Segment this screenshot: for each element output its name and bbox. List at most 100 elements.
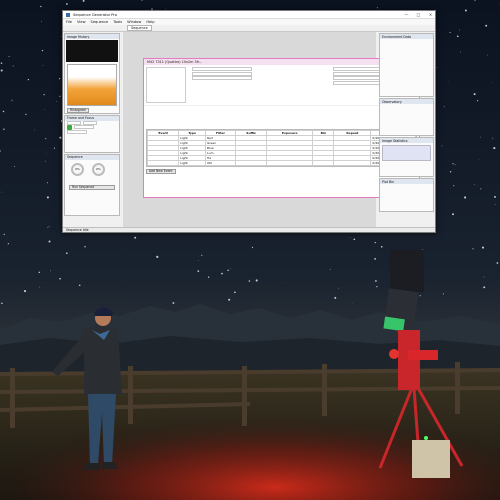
- star: [255, 279, 258, 282]
- star: [134, 236, 137, 239]
- star: [45, 138, 47, 140]
- star: [66, 3, 68, 5]
- filter-field[interactable]: [74, 125, 94, 130]
- target-file-field[interactable]: [192, 76, 252, 81]
- star: [452, 163, 454, 165]
- app-logo-icon: [66, 12, 70, 17]
- star: [493, 147, 496, 150]
- menu-sequence[interactable]: Sequence: [91, 20, 109, 24]
- star: [59, 95, 61, 97]
- star: [41, 49, 44, 52]
- star: [53, 147, 56, 149]
- star: [0, 62, 3, 64]
- plot-bin-title: Plot Bin: [380, 179, 433, 184]
- menu-help[interactable]: Help: [146, 20, 154, 24]
- star: [1, 302, 3, 305]
- star: [82, 0, 85, 2]
- star: [44, 109, 45, 110]
- star: [477, 100, 479, 102]
- star: [34, 129, 35, 131]
- event-type: Light: [178, 160, 207, 166]
- target-progress-ring: 0%: [92, 162, 105, 176]
- star: [43, 94, 45, 96]
- star: [11, 99, 13, 101]
- star: [449, 31, 451, 34]
- document-tabs: Sequence: [63, 25, 435, 32]
- tab-sequence[interactable]: Sequence: [127, 25, 152, 31]
- target-name-field[interactable]: [192, 67, 252, 72]
- star: [38, 271, 41, 274]
- star: [376, 7, 378, 9]
- left-dock: Image History Histogram Frame and Focus …: [63, 32, 121, 227]
- star: [7, 243, 9, 245]
- star: [251, 246, 254, 249]
- star: [44, 160, 46, 162]
- menu-window[interactable]: Window: [127, 20, 141, 24]
- add-event-button[interactable]: Add New Event: [146, 168, 176, 174]
- observatory-panel: Observatory: [379, 98, 434, 136]
- target-list[interactable]: [146, 67, 186, 103]
- star: [496, 262, 499, 264]
- star: [338, 287, 339, 289]
- star: [40, 5, 42, 8]
- focus-panel: Frame and Focus: [64, 114, 120, 153]
- star: [23, 290, 27, 293]
- star: [374, 241, 376, 244]
- menu-file[interactable]: File: [66, 20, 72, 24]
- target-dir-field[interactable]: [192, 71, 252, 76]
- menu-view[interactable]: View: [77, 20, 86, 24]
- star: [494, 203, 496, 205]
- maximize-button[interactable]: □: [414, 12, 423, 18]
- histogram-chart: [67, 64, 117, 106]
- star: [41, 20, 42, 22]
- histogram-tabs: Histogram: [65, 107, 119, 113]
- night-scene-photo: Sequence Generator Pro — □ × File View S…: [0, 0, 500, 500]
- star: [452, 213, 454, 216]
- star: [47, 226, 49, 228]
- star: [3, 128, 5, 130]
- star: [481, 246, 485, 249]
- histogram-tab[interactable]: Histogram: [67, 107, 90, 113]
- sequence-progress-ring: 0%: [71, 162, 84, 176]
- star: [353, 238, 356, 241]
- run-sequence-button[interactable]: Run Sequence: [69, 184, 115, 190]
- star: [459, 51, 461, 53]
- star: [221, 272, 223, 275]
- target-field-row-3: [190, 76, 327, 81]
- sequence-panel: Sequence 0% 0% Run Sequence: [64, 153, 120, 216]
- star: [227, 269, 229, 272]
- star: [494, 195, 496, 198]
- event-row[interactable]: Light OIII 0/20: [146, 160, 416, 166]
- save-checkbox[interactable]: [67, 130, 87, 135]
- star: [334, 296, 337, 299]
- star: [197, 270, 200, 272]
- run-row: Run Sequence: [65, 179, 119, 190]
- star: [376, 286, 378, 288]
- star: [229, 268, 231, 269]
- star: [374, 258, 376, 260]
- image-history-title: Image History: [65, 34, 119, 39]
- star: [474, 0, 476, 2]
- menu-tools[interactable]: Tools: [113, 20, 122, 24]
- star: [456, 35, 459, 38]
- observatory-title: Observatory: [380, 99, 433, 104]
- star: [201, 254, 203, 256]
- image-statistics-panel: Image Statistics: [379, 137, 434, 177]
- minimize-button[interactable]: —: [402, 12, 411, 18]
- close-button[interactable]: ×: [426, 12, 435, 18]
- event-filter: OIII: [205, 160, 236, 166]
- star: [39, 286, 41, 288]
- star: [380, 245, 383, 248]
- star: [66, 252, 68, 254]
- environment-panel: Environment Data: [379, 33, 434, 97]
- focus-row-3: [65, 130, 119, 135]
- star: [453, 185, 455, 187]
- statistics-chart: [382, 145, 431, 161]
- star: [42, 64, 44, 66]
- star: [419, 295, 421, 297]
- star: [0, 69, 3, 72]
- event-grid: Event Type Filter Suffix Exposure Bin Re…: [146, 129, 417, 167]
- bin-field[interactable]: [83, 120, 97, 125]
- star: [474, 184, 475, 185]
- status-text: Sequence Idle: [66, 228, 89, 232]
